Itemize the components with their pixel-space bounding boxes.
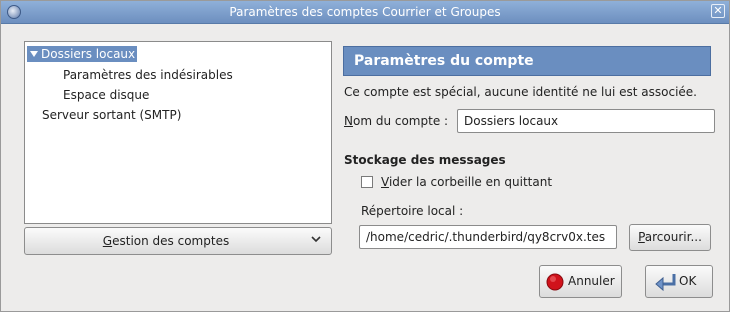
window-title: Paramètres des comptes Courrier et Group… [229,5,501,19]
tree-item-disk-space[interactable]: Espace disque [63,87,149,103]
account-settings-header: Paramètres du compte [343,46,711,76]
local-directory-label: Répertoire local : [361,204,464,218]
title-bar[interactable]: Paramètres des comptes Courrier et Group… [1,1,729,24]
tree-item-junk-settings[interactable]: Paramètres des indésirables [63,67,233,83]
account-description: Ce compte est spécial, aucune identité n… [344,85,697,99]
ok-button[interactable]: OK [645,265,713,298]
tree-item-smtp-server[interactable]: Serveur sortant (SMTP) [42,107,181,123]
expand-triangle-icon[interactable] [30,51,38,57]
browse-button[interactable]: Parcourir... [629,224,711,251]
manage-accounts-label: Gestion des comptes [102,234,230,248]
tree-item-label: Dossiers locaux [41,47,136,61]
empty-trash-label[interactable]: Vider la corbeille en quittant [381,175,552,189]
manage-accounts-label-rest: estion des comptes [112,234,230,248]
local-directory-input[interactable]: /home/cedric/.thunderbird/qy8crv0x.tes [359,225,617,249]
manage-accounts-button[interactable]: Gestion des comptes [24,227,332,255]
account-name-input[interactable]: Dossiers locaux [457,109,715,133]
cancel-label: Annuler [568,274,615,288]
close-icon[interactable]: ✕ [711,4,725,18]
account-settings-dialog: Paramètres des comptes Courrier et Group… [0,0,730,312]
ok-label: OK [679,274,697,288]
header-title: Paramètres du compte [354,53,534,69]
account-name-label: Nom du compte : [344,114,449,128]
cancel-icon [546,273,564,291]
account-name-label-rest: om du compte : [352,114,449,128]
account-tree[interactable]: Dossiers locaux Paramètres des indésirab… [24,41,332,224]
tree-item-label: Espace disque [63,88,150,102]
return-arrow-icon [655,274,676,292]
cancel-button[interactable]: Annuler [539,265,622,298]
tree-item-label: Serveur sortant (SMTP) [42,108,182,122]
chevron-down-icon[interactable] [311,234,321,244]
browse-label-rest: arcourir... [644,230,702,244]
tree-item-local-folders[interactable]: Dossiers locaux [27,46,137,62]
empty-trash-label-rest: ider la corbeille en quittant [388,175,553,189]
empty-trash-checkbox[interactable] [361,176,373,188]
tree-item-label: Paramètres des indésirables [63,68,233,82]
storage-section-title: Stockage des messages [344,153,506,167]
